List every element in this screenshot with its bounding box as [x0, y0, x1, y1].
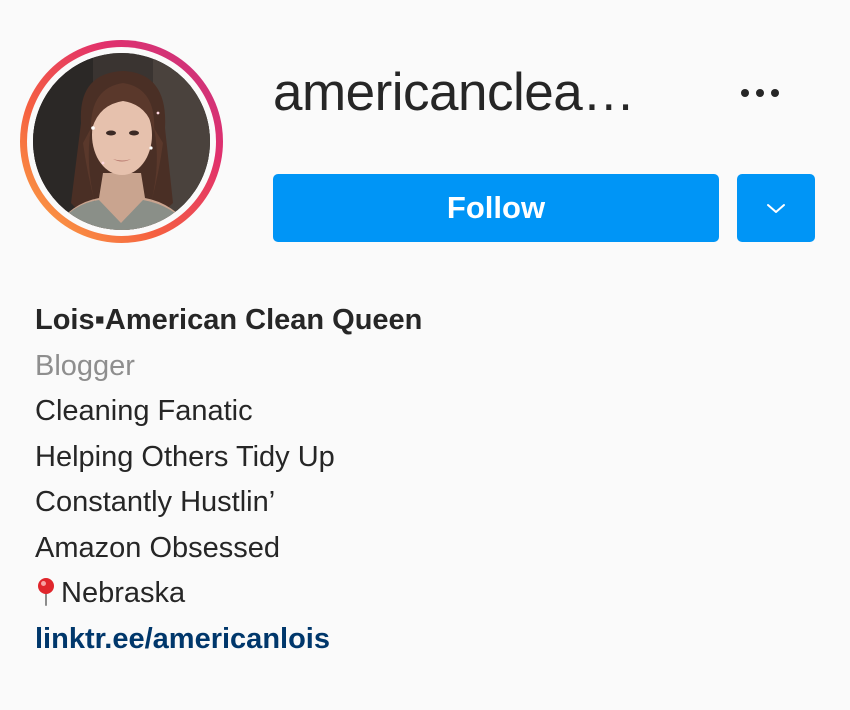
profile-full-name: Lois▪American Clean Queen — [35, 304, 423, 336]
avatar-photo — [33, 53, 210, 230]
follow-button[interactable]: Follow — [273, 174, 719, 242]
more-options-icon — [741, 89, 749, 97]
story-ring[interactable] — [20, 40, 223, 243]
bio-location-line: Nebraska — [35, 571, 422, 617]
suggested-accounts-dropdown-button[interactable] — [737, 174, 815, 242]
chevron-down-icon — [767, 204, 785, 213]
profile-bio: Lois▪American Clean Queen Blogger Cleani… — [35, 298, 422, 662]
bio-location: Nebraska — [61, 577, 186, 609]
more-options-icon-dot — [771, 89, 779, 97]
round-pushpin-icon — [38, 578, 54, 606]
story-ring-gap — [27, 47, 216, 236]
bio-line: Cleaning Fanatic — [35, 395, 253, 427]
bio-line: Constantly Hustlin’ — [35, 486, 276, 518]
avatar[interactable] — [33, 53, 210, 230]
bio-line: Amazon Obsessed — [35, 531, 281, 564]
bio-line: Helping Others Tidy Up — [35, 440, 335, 473]
more-options-icon-dot — [756, 89, 764, 97]
more-options-button[interactable] — [730, 76, 790, 110]
profile-username: americanclea… — [273, 63, 635, 122]
bio-external-link[interactable]: linktr.ee/americanlois — [35, 623, 330, 655]
profile-category: Blogger — [35, 349, 135, 382]
